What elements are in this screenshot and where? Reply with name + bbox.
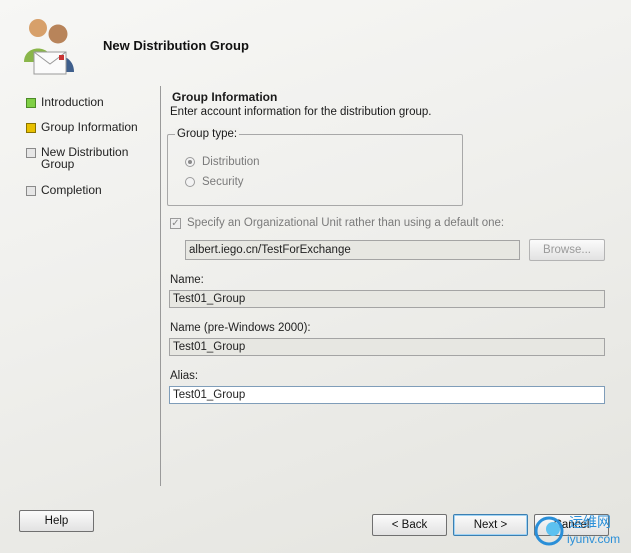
checkmark-icon: ✓ (170, 217, 181, 229)
step-pending-icon (26, 148, 36, 158)
name-field[interactable]: Test01_Group (169, 290, 605, 308)
nav-item-introduction[interactable]: Introduction (26, 96, 141, 108)
radio-label: Distribution (202, 156, 260, 168)
radio-unselected-icon (185, 177, 195, 187)
nav-item-label: Completion (41, 183, 102, 197)
name-label: Name: (170, 274, 204, 286)
radio-selected-icon (185, 157, 195, 167)
site-watermark-logo: 运维网 iyunv.com (531, 507, 627, 549)
nav-item-group-information[interactable]: Group Information (26, 121, 141, 133)
group-type-legend: Group type: (175, 128, 240, 140)
nav-item-label: New Distribution Group (41, 145, 129, 171)
nav-item-label: Introduction (41, 95, 104, 109)
ou-checkbox[interactable]: ✓ Specify an Organizational Unit rather … (170, 217, 504, 229)
pre2000-name-label: Name (pre-Windows 2000): (170, 322, 311, 334)
next-button[interactable]: Next > (453, 514, 528, 536)
nav-item-completion[interactable]: Completion (26, 184, 141, 196)
step-current-icon (26, 123, 36, 133)
radio-security[interactable]: Security (185, 176, 244, 188)
pre2000-name-field[interactable]: Test01_Group (169, 338, 605, 356)
radio-label: Security (202, 176, 244, 188)
step-pending-icon (26, 186, 36, 196)
nav-item-label: Group Information (41, 120, 138, 134)
dialog-title: New Distribution Group (103, 38, 249, 53)
alias-label: Alias: (170, 370, 199, 382)
watermark-text-url: iyunv.com (567, 532, 620, 546)
nav-divider (160, 86, 161, 486)
watermark-text-cn: 运维网 (569, 515, 611, 531)
radio-distribution[interactable]: Distribution (185, 156, 260, 168)
ou-checkbox-label: Specify an Organizational Unit rather th… (187, 217, 505, 229)
back-button[interactable]: < Back (372, 514, 447, 536)
nav-item-new-distribution-group[interactable]: New Distribution Group (26, 146, 131, 170)
browse-button[interactable]: Browse... (529, 239, 605, 261)
users-mail-icon (16, 14, 86, 80)
alias-field[interactable]: Test01_Group (169, 386, 605, 404)
help-button[interactable]: Help (19, 510, 94, 532)
section-title: Group Information (172, 90, 278, 104)
section-description: Enter account information for the distri… (170, 106, 432, 118)
ou-path-field[interactable]: albert.iego.cn/TestForExchange (185, 240, 520, 260)
step-complete-icon (26, 98, 36, 108)
group-type-groupbox (167, 134, 463, 206)
